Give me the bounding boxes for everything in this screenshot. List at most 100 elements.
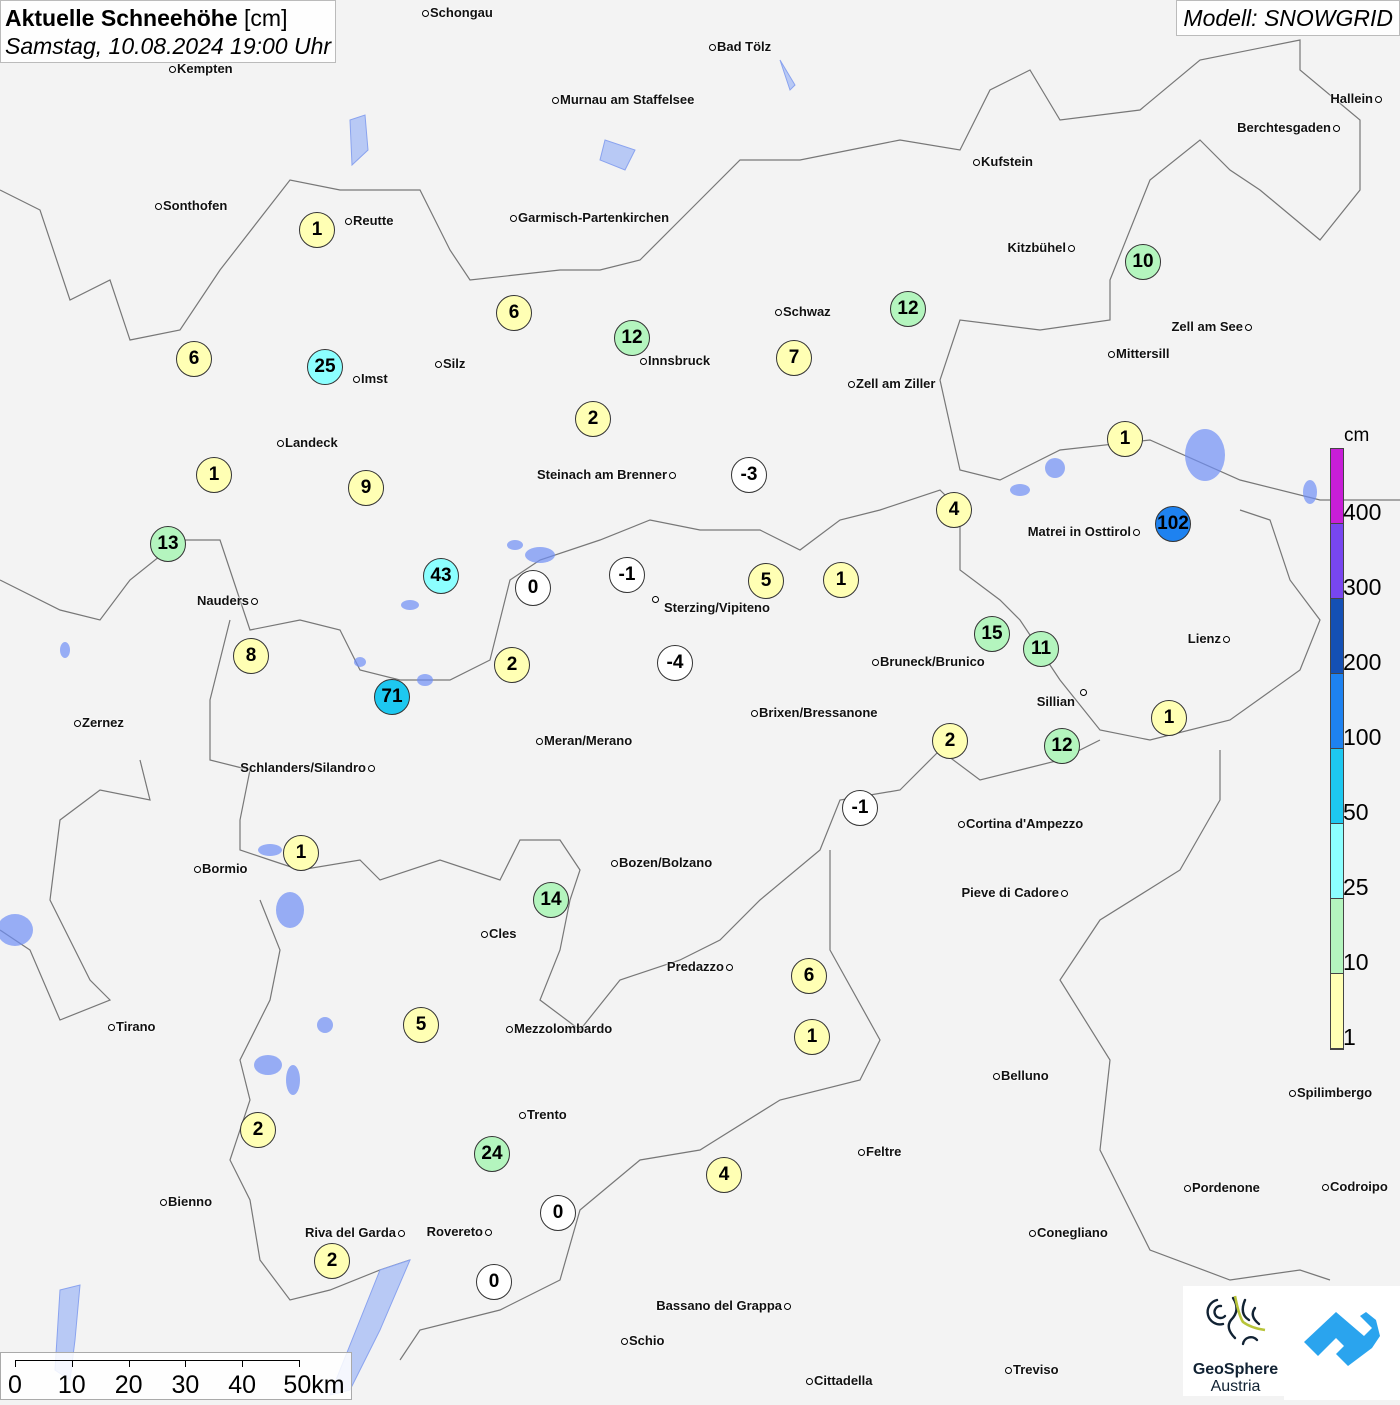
model-label: Modell: SNOWGRID <box>1176 0 1400 36</box>
snow-depth-marker: 1 <box>283 835 319 871</box>
city-label: Mezzolombardo <box>514 1021 613 1036</box>
snow-depth-marker: 0 <box>540 1195 576 1231</box>
city-marker-icon <box>972 158 980 166</box>
city-marker-icon <box>509 214 517 222</box>
city-label: Meran/Merano <box>544 733 633 748</box>
city-marker-icon <box>73 719 81 727</box>
snow-depth-marker: 2 <box>240 1112 276 1148</box>
snow-depth-marker: 1 <box>299 212 335 248</box>
city-marker-icon <box>484 1228 492 1236</box>
city-label: Belluno <box>1001 1068 1049 1083</box>
snow-depth-marker: 0 <box>515 570 551 606</box>
legend-swatch <box>1331 749 1343 824</box>
city-label: Sonthofen <box>163 198 228 213</box>
city-marker-icon <box>168 65 176 73</box>
snow-depth-marker: 11 <box>1023 631 1059 667</box>
snow-depth-marker: 12 <box>890 291 926 327</box>
snow-depth-marker: 1 <box>1151 700 1187 736</box>
city-label: Schongau <box>430 5 493 20</box>
city-label: Bienno <box>168 1194 213 1209</box>
snow-depth-marker: 8 <box>233 638 269 674</box>
snow-depth-marker: 6 <box>176 341 212 377</box>
city-label: Cles <box>489 926 517 941</box>
city-label: Bormio <box>202 861 248 876</box>
city-marker-icon <box>805 1377 813 1385</box>
snow-depth-marker: 2 <box>932 723 968 759</box>
snow-depth-marker: 1 <box>1107 421 1143 457</box>
city-marker-icon <box>1288 1089 1296 1097</box>
city-label: Rovereto <box>426 1224 483 1239</box>
legend-label: 300 <box>1343 574 1382 600</box>
city-marker-icon <box>1244 323 1252 331</box>
snow-depth-marker: 10 <box>1125 244 1161 280</box>
city-label: Bozen/Bolzano <box>619 855 713 870</box>
city-label: Conegliano <box>1037 1225 1108 1240</box>
city-marker-icon <box>1321 1183 1329 1191</box>
legend-label: 10 <box>1343 949 1369 975</box>
city-label: Sterzing/Vipiteno <box>664 600 770 615</box>
city-label: Mittersill <box>1116 346 1170 361</box>
scale-label: 0 <box>8 1371 22 1399</box>
map-datetime: Samstag, 10.08.2024 19:00 Uhr <box>5 33 332 59</box>
city-label: Landeck <box>285 435 338 450</box>
city-marker-icon <box>1132 528 1140 536</box>
city-marker-icon <box>1332 124 1340 132</box>
city-marker-icon <box>107 1023 115 1031</box>
scale-tick <box>242 1360 244 1367</box>
city-marker-icon <box>774 308 782 316</box>
city-label: Hallein <box>1330 91 1373 106</box>
legend-label: 1 <box>1343 1024 1356 1050</box>
city-marker-icon <box>518 1111 526 1119</box>
city-label: Reutte <box>353 213 394 228</box>
legend-swatch <box>1331 449 1343 524</box>
city-label: Zernez <box>82 715 124 730</box>
scale-line <box>15 1360 299 1361</box>
city-marker-icon <box>1183 1184 1191 1192</box>
city-marker-icon <box>276 439 284 447</box>
snow-depth-marker: 24 <box>474 1136 510 1172</box>
snow-depth-marker: -1 <box>842 790 878 826</box>
city-marker-icon <box>434 360 442 368</box>
scale-label: 10 <box>57 1371 86 1399</box>
scale-label: 40 <box>228 1371 257 1399</box>
city-label: Cittadella <box>814 1373 873 1388</box>
city-label: Cortina d'Ampezzo <box>966 816 1084 831</box>
city-label: Bad Tölz <box>717 39 772 54</box>
snow-depth-marker: 5 <box>403 1007 439 1043</box>
city-label: Schwaz <box>783 304 831 319</box>
map-title: Aktuelle Schneehöhe <box>5 5 238 31</box>
city-label: Spilimbergo <box>1297 1085 1373 1100</box>
legend-label: 50 <box>1343 799 1369 825</box>
scale-tick <box>299 1360 300 1367</box>
city-label: Pordenone <box>1192 1180 1260 1195</box>
scale-tick <box>185 1360 187 1367</box>
city-marker-icon <box>639 357 647 365</box>
city-marker-icon <box>783 1302 791 1310</box>
snow-depth-marker: 4 <box>936 492 972 528</box>
title-box: Aktuelle Schneehöhe [cm] Samstag, 10.08.… <box>0 0 337 63</box>
snow-depth-marker: 9 <box>348 470 384 506</box>
city-label: Berchtesgaden <box>1237 120 1331 135</box>
city-label: Brixen/Bressanone <box>759 705 878 720</box>
legend-swatch <box>1331 974 1343 1049</box>
legend-colorbar <box>1330 448 1344 1050</box>
snow-depth-marker: 25 <box>307 349 343 385</box>
city-marker-icon <box>1079 688 1087 696</box>
city-marker-icon <box>1004 1366 1012 1374</box>
city-label: Riva del Garda <box>304 1225 396 1240</box>
city-label: Nauders <box>196 593 249 608</box>
scale-tick <box>71 1360 73 1367</box>
snow-depth-marker: 7 <box>776 340 812 376</box>
snow-depth-marker: 5 <box>748 563 784 599</box>
snow-depth-marker: 12 <box>614 320 650 356</box>
city-label: Trento <box>527 1107 567 1122</box>
city-marker-icon <box>610 859 618 867</box>
city-marker-icon <box>551 96 559 104</box>
city-marker-icon <box>397 1229 405 1237</box>
legend-label: 200 <box>1343 649 1382 675</box>
city-label: Schlanders/Silandro <box>240 760 366 775</box>
city-marker-icon <box>668 471 676 479</box>
city-label: Zell am Ziller <box>856 376 936 391</box>
city-marker-icon <box>250 597 258 605</box>
snow-depth-marker: 43 <box>423 558 459 594</box>
